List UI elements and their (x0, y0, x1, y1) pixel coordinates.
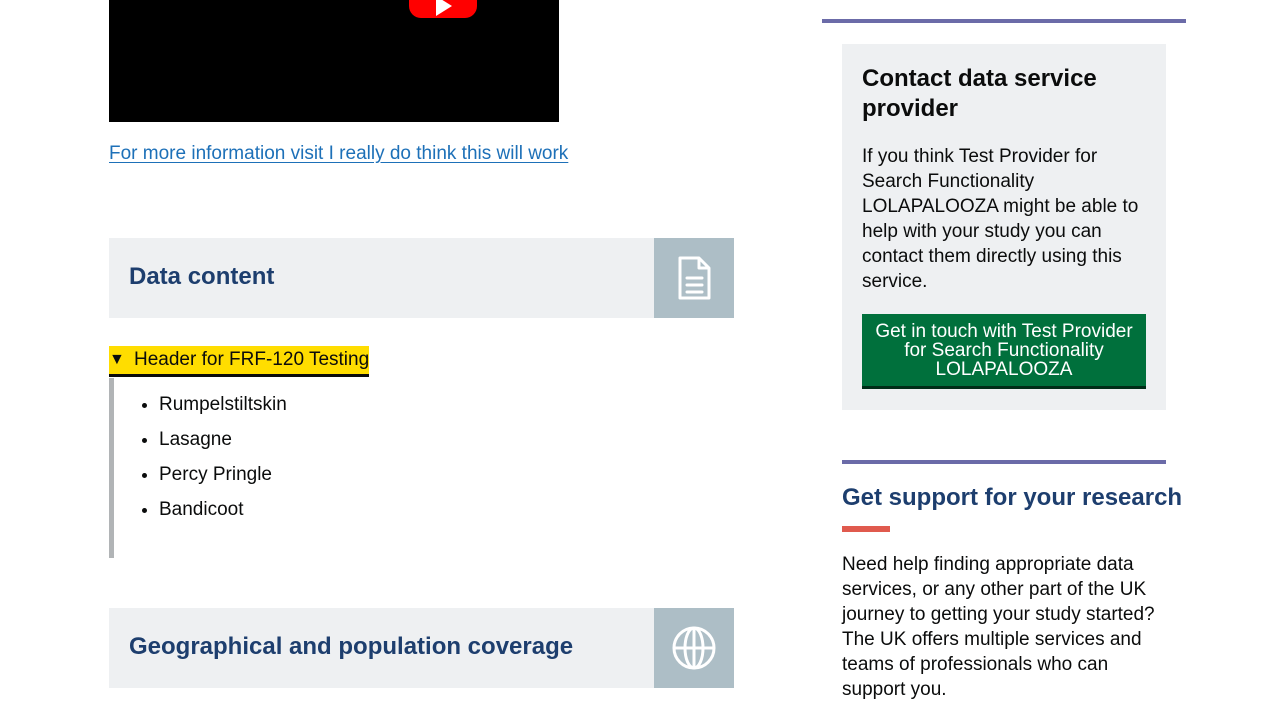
list-item: Percy Pringle (159, 462, 714, 487)
support-text: Need help finding appropriate data servi… (842, 554, 1155, 700)
contact-panel: Contact data service provider If you thi… (842, 44, 1166, 410)
geo-coverage-title: Geographical and population coverage (129, 633, 574, 660)
details-content: Rumpelstiltskin Lasagne Percy Pringle Ba… (109, 378, 714, 558)
contact-text: If you think Test Provider for Search Fu… (862, 146, 1139, 292)
support-accent-bar (842, 526, 890, 532)
globe-icon (654, 608, 734, 688)
details-summary[interactable]: ▼ Header for FRF-120 Testing (109, 346, 370, 377)
contact-heading: Contact data service provider (862, 65, 1097, 122)
data-content-title: Data content (129, 263, 275, 290)
list-item: Lasagne (159, 427, 714, 452)
embedded-video[interactable] (109, 0, 559, 122)
more-info-link[interactable]: For more information visit I really do t… (109, 143, 568, 165)
data-content-section-header: Data content (109, 238, 734, 318)
list-item: Bandicoot (159, 497, 714, 522)
list-item: Rumpelstiltskin (159, 392, 714, 417)
support-top-rule (842, 460, 1166, 464)
youtube-play-icon[interactable] (409, 0, 477, 18)
document-icon (654, 238, 734, 318)
get-in-touch-button[interactable]: Get in touch with Test Provider for Sear… (862, 314, 1146, 389)
support-title: Get support for your research (842, 484, 1183, 511)
sidebar-top-rule (822, 19, 1186, 23)
triangle-down-icon: ▼ (109, 351, 125, 368)
geo-coverage-section-header: Geographical and population coverage (109, 608, 734, 688)
details-list: Rumpelstiltskin Lasagne Percy Pringle Ba… (114, 378, 714, 522)
details-summary-label: Header for FRF-120 Testing (134, 349, 370, 370)
